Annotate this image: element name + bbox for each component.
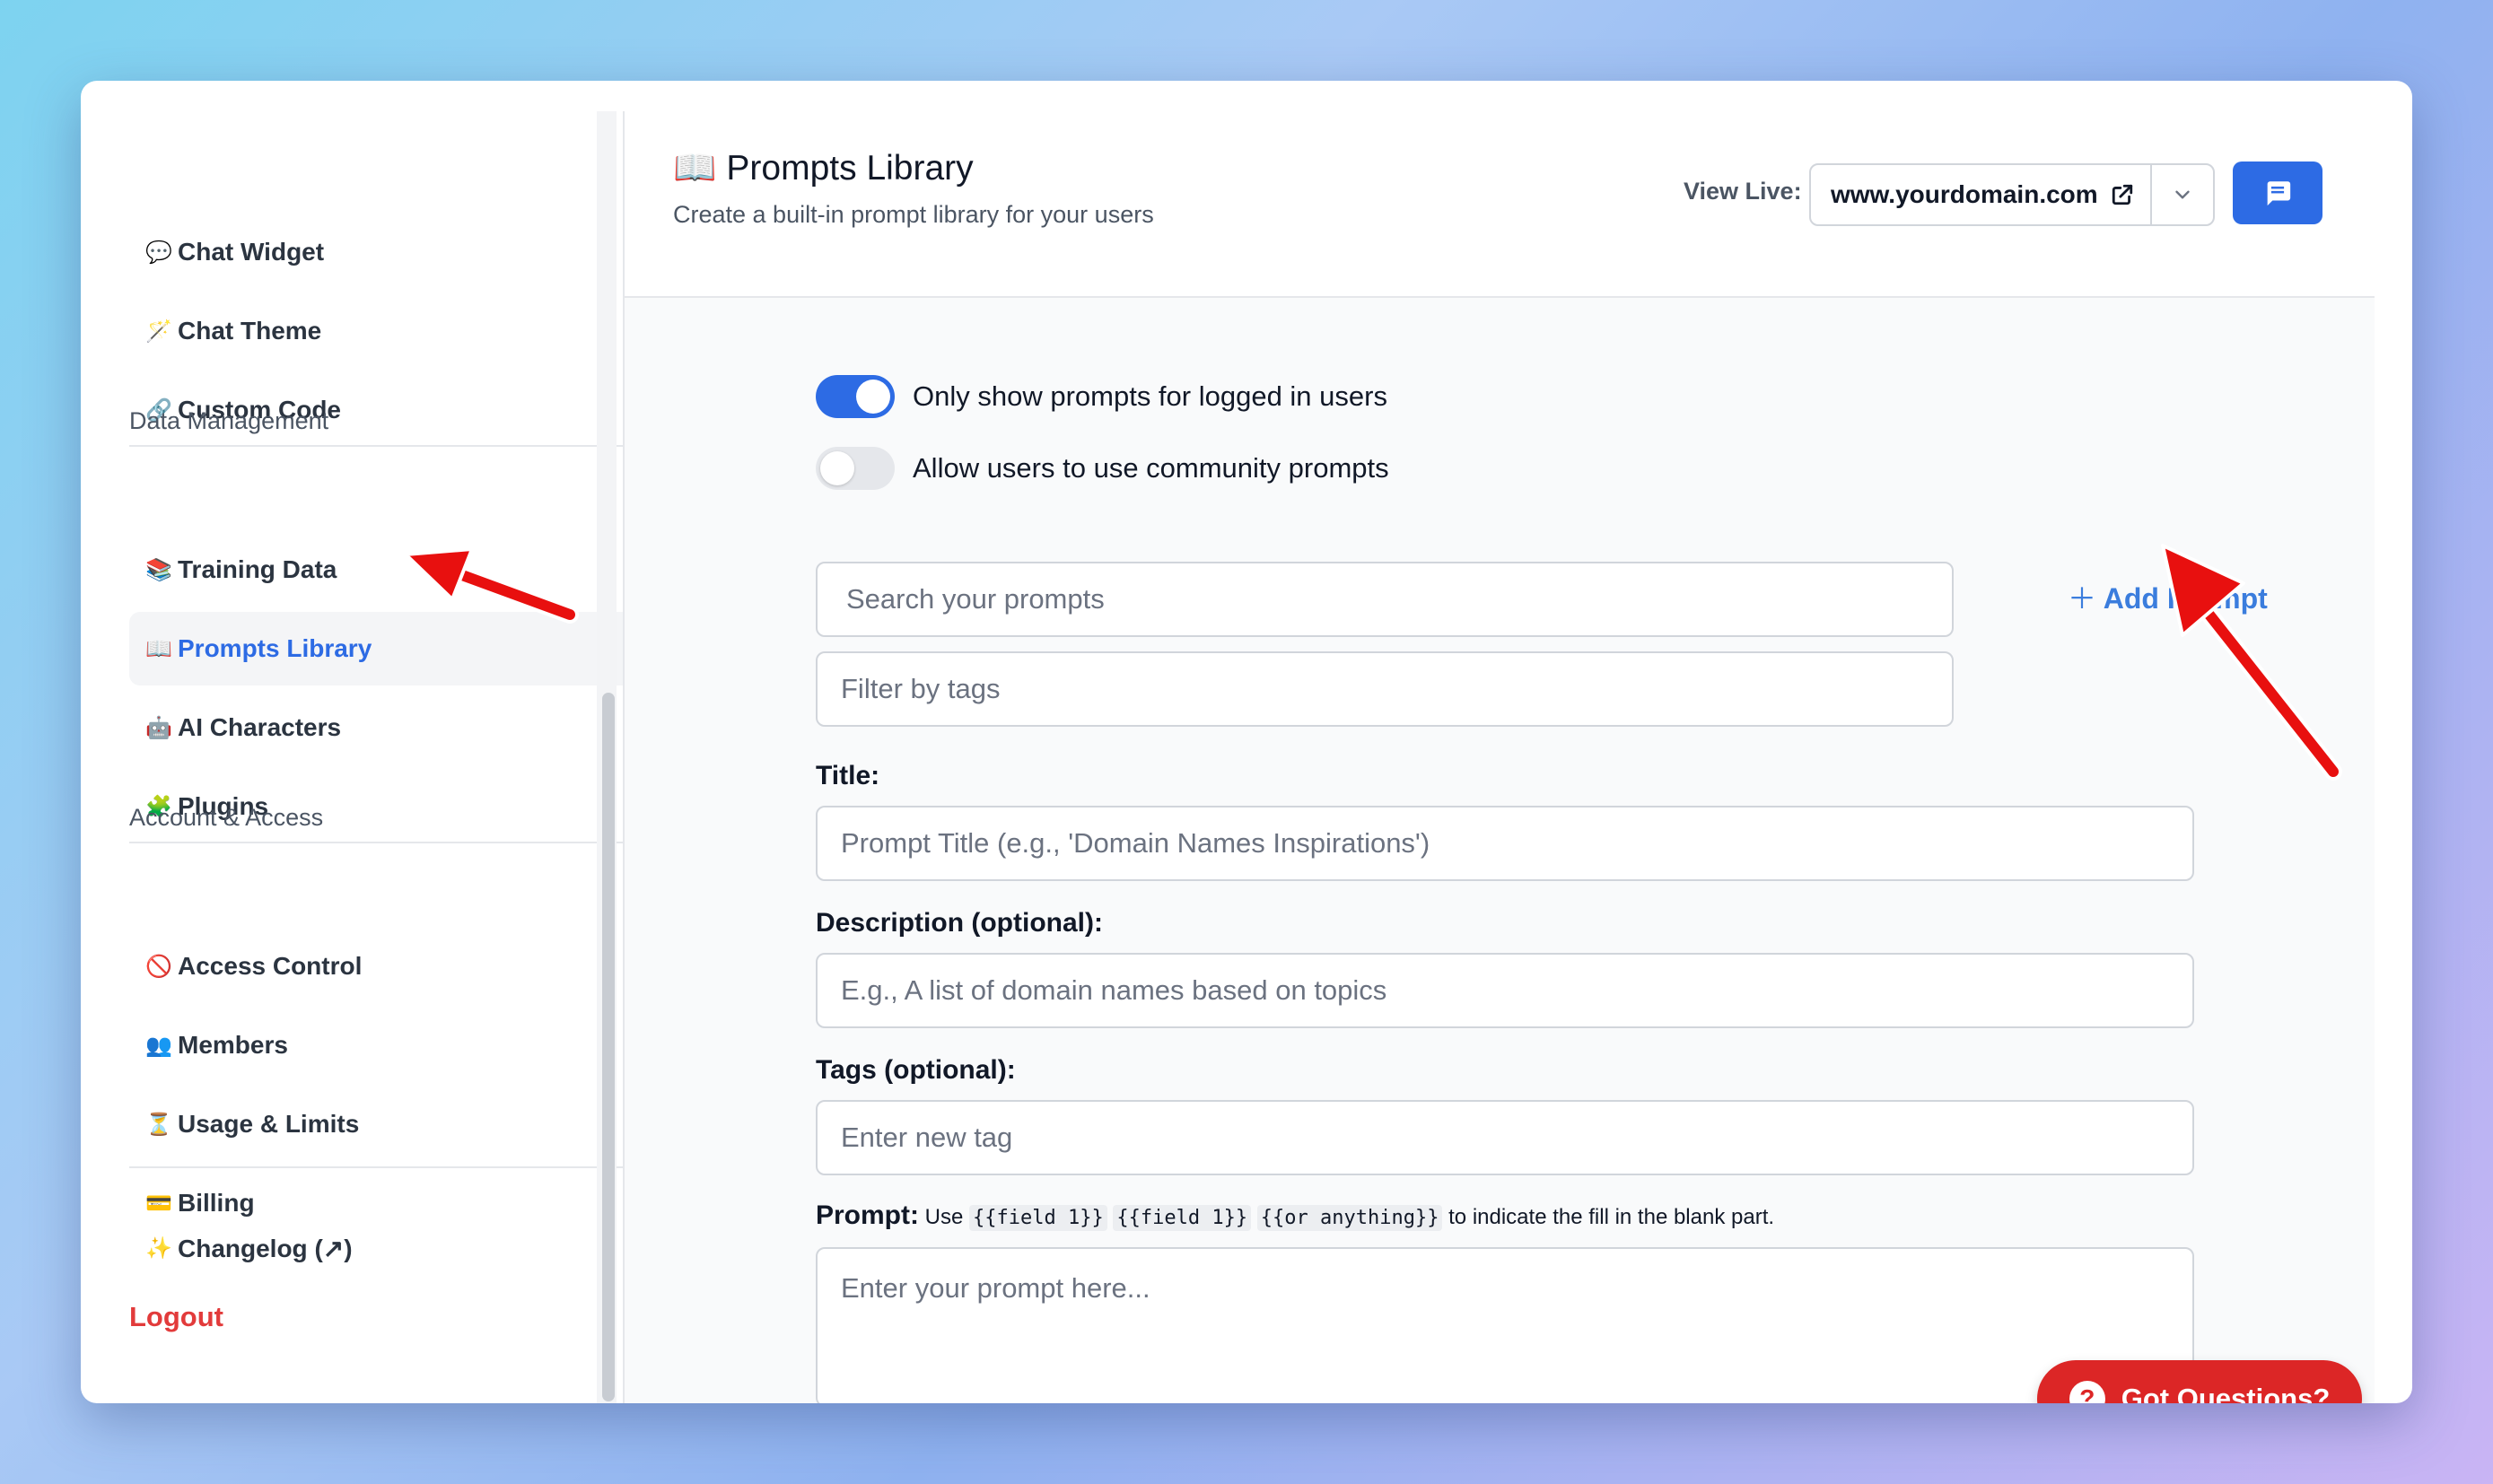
section-divider xyxy=(129,1166,634,1168)
prompt-placeholder: Enter your prompt here... xyxy=(841,1272,1150,1304)
prompt-label-row: Prompt: Use {{field 1}} {{field 1}} {{or… xyxy=(816,1200,1774,1231)
prompt-label: Prompt: xyxy=(816,1200,919,1230)
sidebar-item-label: AI Characters xyxy=(178,713,342,741)
prohibited-icon: 🚫 xyxy=(145,954,172,979)
hourglass-icon: ⏳ xyxy=(145,1112,172,1137)
filter-placeholder: Filter by tags xyxy=(841,673,1001,704)
domain-dropdown-button[interactable] xyxy=(2150,163,2215,226)
robot-icon: 🤖 xyxy=(145,715,172,740)
page-title: 📖 Prompts Library xyxy=(673,147,974,188)
sidebar-item-label: Training Data xyxy=(178,555,337,583)
got-questions-button[interactable]: ? Got Questions? xyxy=(2037,1360,2362,1403)
chat-icon xyxy=(2267,181,2291,206)
sidebar-item-access-control[interactable]: 🚫 Access Control xyxy=(129,930,634,1003)
sidebar-item-label: Access Control xyxy=(178,952,363,980)
view-live-label: View Live: xyxy=(1684,178,1802,205)
open-book-icon: 📖 xyxy=(145,636,172,661)
title-placeholder: Prompt Title (e.g., 'Domain Names Inspir… xyxy=(841,827,1430,859)
sidebar-item-label: Changelog (↗) xyxy=(178,1234,353,1262)
section-title-data-management: Data Management xyxy=(129,407,329,434)
chevron-down-icon xyxy=(2175,190,2190,199)
speech-bubble-icon: 💬 xyxy=(145,240,172,265)
sidebar-item-label: Prompts Library xyxy=(178,634,372,662)
view-live-domain-button[interactable]: www.yourdomain.com xyxy=(1809,163,2152,226)
external-link-icon xyxy=(2112,184,2132,205)
search-placeholder: Search your prompts xyxy=(846,583,1105,615)
domain-text: www.yourdomain.com xyxy=(1831,180,2098,208)
sidebar-item-prompts-library[interactable]: 📖 Prompts Library xyxy=(129,612,634,685)
hint-code: {{field 1}} xyxy=(969,1205,1107,1231)
section-divider xyxy=(129,842,634,843)
title-label: Title: xyxy=(816,761,880,790)
toggle-logged-in-only[interactable] xyxy=(816,375,895,418)
prompt-hint-suffix: to indicate the fill in the blank part. xyxy=(1448,1205,1775,1229)
logout-link[interactable]: Logout xyxy=(129,1301,223,1333)
open-chat-button[interactable] xyxy=(2233,161,2322,224)
hint-code: {{field 1}} xyxy=(1113,1205,1252,1231)
sidebar-item-chat-theme[interactable]: 🪄 Chat Theme xyxy=(129,294,634,368)
sidebar-item-label: Chat Widget xyxy=(178,238,325,266)
toggle-knob xyxy=(856,380,890,414)
sidebar: 💬 Chat Widget 🪄 Chat Theme 🔗 Custom Code… xyxy=(81,81,634,1403)
description-input[interactable]: E.g., A list of domain names based on to… xyxy=(816,953,2194,1028)
magic-wand-icon: 🪄 xyxy=(145,319,172,344)
page-title-text: Prompts Library xyxy=(726,149,974,188)
sidebar-item-label: Usage & Limits xyxy=(178,1110,360,1138)
prompt-hint-prefix: Use xyxy=(924,1205,964,1229)
main-content: Only show prompts for logged in users Al… xyxy=(625,298,2375,1403)
sidebar-item-chat-widget[interactable]: 💬 Chat Widget xyxy=(129,215,634,289)
add-prompt-label: Add Prompt xyxy=(2103,582,2268,615)
sidebar-item-label: Chat Theme xyxy=(178,317,322,345)
books-icon: 📚 xyxy=(145,557,172,582)
prompt-textarea[interactable]: Enter your prompt here... xyxy=(816,1247,2194,1403)
tags-placeholder: Enter new tag xyxy=(841,1122,1013,1153)
filter-tags-input[interactable]: Filter by tags xyxy=(816,651,1954,727)
hint-code: {{or anything}} xyxy=(1256,1205,1443,1231)
toggle-community-prompts[interactable] xyxy=(816,447,895,490)
tags-input[interactable]: Enter new tag xyxy=(816,1100,2194,1175)
open-book-icon: 📖 xyxy=(673,149,717,188)
section-divider xyxy=(129,445,634,447)
toggle-label-community-prompts: Allow users to use community prompts xyxy=(913,452,1389,484)
description-label: Description (optional): xyxy=(816,908,1103,938)
tags-label: Tags (optional): xyxy=(816,1055,1016,1085)
description-placeholder: E.g., A list of domain names based on to… xyxy=(841,974,1387,1006)
sparkles-icon: ✨ xyxy=(145,1235,172,1261)
page-subtitle: Create a built-in prompt library for you… xyxy=(673,201,1154,228)
plus-icon: ＋ xyxy=(2068,582,2097,615)
question-icon: ? xyxy=(2069,1381,2105,1403)
page-header: 📖 Prompts Library Create a built-in prom… xyxy=(625,111,2375,298)
sidebar-item-members[interactable]: 👥 Members xyxy=(129,1008,634,1082)
app-window: 💬 Chat Widget 🪄 Chat Theme 🔗 Custom Code… xyxy=(81,81,2412,1403)
people-icon: 👥 xyxy=(145,1033,172,1058)
sidebar-scrollbar-thumb[interactable] xyxy=(602,693,615,1401)
sidebar-item-changelog[interactable]: ✨ Changelog (↗) xyxy=(129,1211,634,1285)
add-prompt-button[interactable]: ＋ Add Prompt xyxy=(2068,576,2268,617)
sidebar-item-training-data[interactable]: 📚 Training Data xyxy=(129,533,634,607)
toggle-label-logged-in-only: Only show prompts for logged in users xyxy=(913,380,1387,412)
title-input[interactable]: Prompt Title (e.g., 'Domain Names Inspir… xyxy=(816,806,2194,881)
toggle-knob xyxy=(820,451,854,485)
got-questions-label: Got Questions? xyxy=(2121,1383,2331,1403)
sidebar-item-label: Members xyxy=(178,1031,288,1059)
search-prompts-input[interactable]: Search your prompts xyxy=(816,562,1954,637)
sidebar-item-ai-characters[interactable]: 🤖 AI Characters xyxy=(129,691,634,764)
sidebar-item-usage-limits[interactable]: ⏳ Usage & Limits xyxy=(129,1087,634,1161)
section-title-account-access: Account & Access xyxy=(129,804,324,831)
